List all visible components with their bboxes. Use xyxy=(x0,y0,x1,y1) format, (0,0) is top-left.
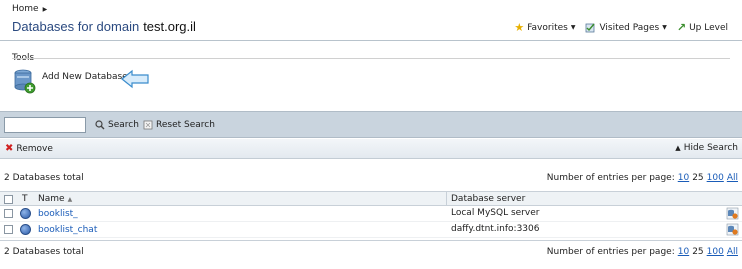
up-level-link[interactable]: ↗ Up Level xyxy=(677,21,728,34)
breadcrumb-arrow-icon: ▶ xyxy=(42,5,48,13)
breadcrumb-home[interactable]: Home xyxy=(12,4,39,14)
up-level-icon: ↗ xyxy=(676,21,687,34)
remove-button[interactable]: ✖ Remove xyxy=(5,143,53,154)
breadcrumb: Home ▶ xyxy=(12,4,47,14)
star-icon: ★ xyxy=(514,21,525,34)
add-database-button[interactable]: Add New Database xyxy=(14,68,128,94)
search-button[interactable]: Search xyxy=(95,120,139,130)
search-bar: Search Reset Search xyxy=(0,111,742,138)
favorites-menu[interactable]: ★ Favorites ▼ xyxy=(514,21,575,34)
up-level-label: Up Level xyxy=(689,22,728,33)
hide-search-label: Hide Search xyxy=(683,143,738,153)
table-header: T Name ▲ Database server xyxy=(0,191,742,206)
column-type[interactable]: T xyxy=(22,194,28,204)
table-row: booklist_ Local MySQL server xyxy=(0,206,742,222)
per-page-label: Number of entries per page: xyxy=(546,247,675,257)
select-all-checkbox[interactable] xyxy=(4,195,13,204)
per-page-all[interactable]: All xyxy=(727,173,738,183)
action-bar: ✖ Remove ▲ Hide Search xyxy=(0,139,742,159)
search-input[interactable] xyxy=(4,117,86,133)
add-database-label: Add New Database xyxy=(42,72,128,82)
remove-label: Remove xyxy=(16,143,53,154)
chevron-up-icon: ▲ xyxy=(675,144,681,152)
per-page-100[interactable]: 100 xyxy=(707,173,724,183)
db-action-icon[interactable] xyxy=(726,207,739,220)
per-page-bottom: Number of entries per page: 10 25 100 Al… xyxy=(547,247,738,257)
db-action-icon[interactable] xyxy=(726,223,739,236)
visited-pages-icon xyxy=(586,23,596,33)
per-page-25: 25 xyxy=(692,247,704,257)
tools-divider xyxy=(12,58,730,59)
top-links: ★ Favorites ▼ Visited Pages ▼ ↗ Up Level xyxy=(514,21,728,34)
table-bottom-divider xyxy=(0,240,742,241)
search-icon xyxy=(95,120,105,130)
column-name-label: Name xyxy=(38,194,65,204)
pointer-arrow-icon xyxy=(121,69,149,89)
chevron-down-icon: ▼ xyxy=(570,24,576,31)
reset-search-button[interactable]: Reset Search xyxy=(143,120,215,130)
page-title-domain: test.org.il xyxy=(143,19,196,34)
visited-pages-menu[interactable]: Visited Pages ▼ xyxy=(585,22,667,33)
per-page-top: Number of entries per page: 10 25 100 Al… xyxy=(547,173,738,183)
total-count-top: 2 Databases total xyxy=(4,173,84,183)
favorites-label: Favorites xyxy=(527,22,568,33)
per-page-label: Number of entries per page: xyxy=(546,173,675,183)
database-server: Local MySQL server xyxy=(451,208,540,218)
databases-table: T Name ▲ Database server booklist_ Local … xyxy=(0,191,742,238)
database-add-icon xyxy=(14,69,36,94)
table-row: booklist_chat daffy.dtnt.info:3306 xyxy=(0,222,742,238)
search-button-label: Search xyxy=(108,120,139,130)
per-page-10[interactable]: 10 xyxy=(678,247,689,257)
chevron-down-icon: ▼ xyxy=(662,24,667,31)
total-count-bottom: 2 Databases total xyxy=(4,247,84,257)
per-page-100[interactable]: 100 xyxy=(707,247,724,257)
column-name[interactable]: Name ▲ xyxy=(38,194,72,204)
remove-icon: ✖ xyxy=(5,143,14,154)
database-name-link[interactable]: booklist_ xyxy=(38,209,78,219)
tools-section: Tools Add New Database xyxy=(0,41,742,111)
header-bar: Home ▶ Databases for domain test.org.il ★… xyxy=(0,0,742,41)
row-checkbox[interactable] xyxy=(4,225,13,234)
reset-icon xyxy=(143,120,153,130)
column-server[interactable]: Database server xyxy=(451,194,525,204)
sort-asc-icon: ▲ xyxy=(67,196,73,203)
per-page-all[interactable]: All xyxy=(727,247,738,257)
database-name-link[interactable]: booklist_chat xyxy=(38,225,97,235)
reset-search-label: Reset Search xyxy=(156,120,215,130)
globe-icon xyxy=(20,224,31,235)
page-title: Databases for domain test.org.il xyxy=(12,19,196,34)
page-title-text: Databases for domain xyxy=(12,19,140,34)
column-divider xyxy=(446,192,447,205)
row-checkbox[interactable] xyxy=(4,209,13,218)
visited-pages-label: Visited Pages xyxy=(599,22,660,33)
per-page-10[interactable]: 10 xyxy=(678,173,689,183)
hide-search-button[interactable]: ▲ Hide Search xyxy=(675,143,738,153)
per-page-25: 25 xyxy=(692,173,704,183)
database-server: daffy.dtnt.info:3306 xyxy=(451,224,540,234)
globe-icon xyxy=(20,208,31,219)
